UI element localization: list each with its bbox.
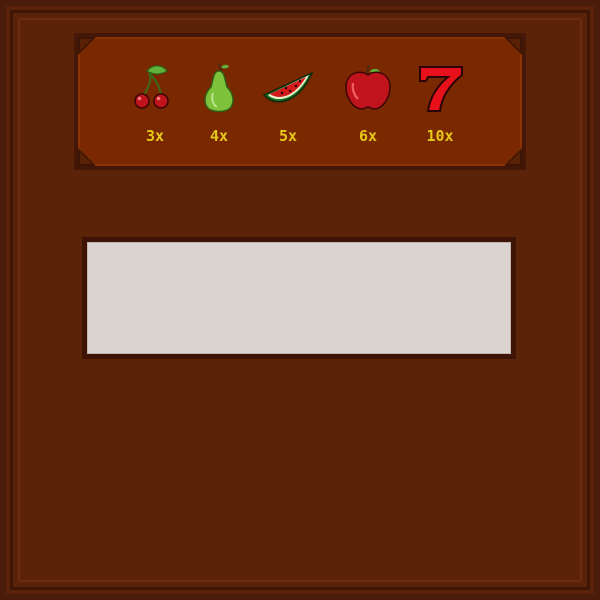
display-text bbox=[87, 242, 511, 354]
pear-icon bbox=[191, 59, 247, 115]
paytable-entry-apple: 6x bbox=[333, 59, 403, 169]
multiplier-label: 4x bbox=[209, 127, 229, 145]
corner-ornament-icon bbox=[78, 148, 96, 166]
corner-ornament-icon bbox=[78, 37, 96, 55]
corner-ornament-icon bbox=[504, 148, 522, 166]
paytable-entry-pear: 4x bbox=[184, 59, 254, 169]
message-display bbox=[82, 237, 516, 359]
seven-icon bbox=[412, 59, 468, 115]
paytable-panel: 3x 4x 5x 6x 10x bbox=[74, 33, 526, 170]
paytable-entry-watermelon: 5x bbox=[253, 59, 323, 169]
multiplier-label: 10x bbox=[426, 127, 454, 145]
multiplier-label: 5x bbox=[278, 127, 298, 145]
watermelon-icon bbox=[260, 59, 316, 115]
paytable-entry-cherry: 3x bbox=[120, 59, 190, 169]
apple-icon bbox=[340, 59, 396, 115]
multiplier-label: 3x bbox=[145, 127, 165, 145]
multiplier-label: 6x bbox=[358, 127, 378, 145]
cherry-icon bbox=[127, 59, 183, 115]
corner-ornament-icon bbox=[504, 37, 522, 55]
paytable-entry-seven: 10x bbox=[405, 59, 475, 169]
